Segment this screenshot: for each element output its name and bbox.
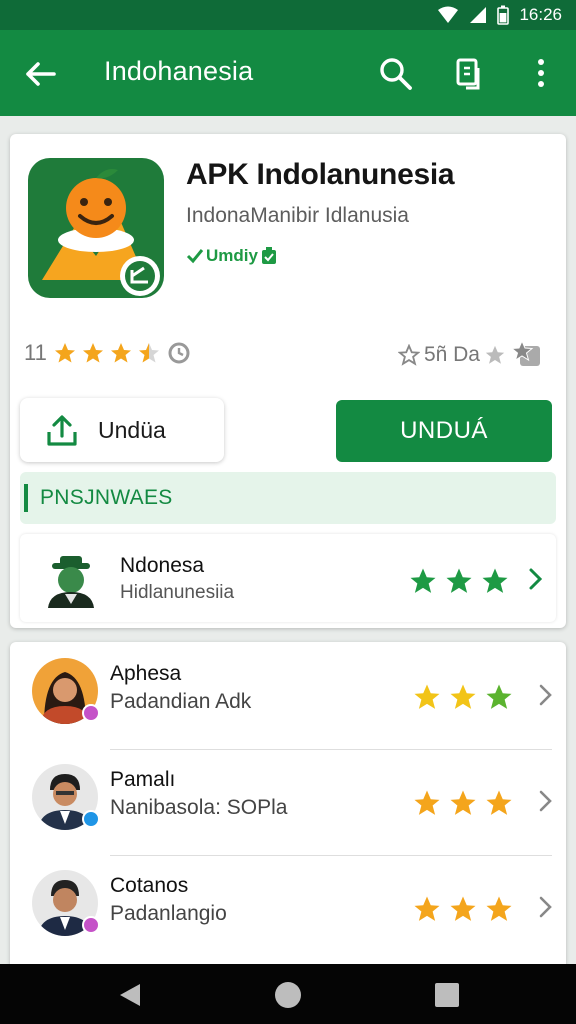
rating-secondary: 5ñ Da [397,340,542,370]
share-button-label: Undüa [98,416,166,443]
status-bar: 16:26 [0,0,576,30]
reviewer-badge [82,916,100,934]
app-bar-title: Indohanesia [104,56,254,86]
star-icon [110,343,131,363]
reviewer-name: Cotanos [110,874,189,897]
featured-avatar [48,556,94,608]
reviewer-name: Aphesa [110,662,182,685]
section-accent-bar [24,484,28,512]
review-stars [412,894,514,924]
verified-badge: Umdiy [186,246,278,266]
reviewer-subtitle: Padanlangio [110,902,227,925]
chevron-right-icon[interactable] [534,894,556,920]
featured-subtitle: Hidlanunesiia [120,582,235,603]
featured-name: Ndonesa [120,554,205,577]
star-icon [450,790,476,815]
chevron-right-icon[interactable] [534,788,556,814]
nav-home-icon[interactable] [273,980,303,1010]
chevron-right-icon[interactable] [524,566,546,592]
rating-row: 11 5ñ Da [24,340,552,376]
rating-stars [53,341,161,365]
signal-icon [470,7,487,23]
battery-icon [497,5,510,25]
search-icon[interactable] [376,54,414,92]
star-half-icon [138,343,159,363]
check-box-icon [186,249,204,264]
star-badge-icon [510,340,540,366]
star-icon [450,684,476,709]
rating-summary: 11 [24,340,191,366]
star-icon [414,684,440,709]
star-icon [54,343,75,363]
app-icon [28,158,164,298]
app-bar: Indohanesia [0,30,576,116]
star-gray-icon [485,345,505,364]
featured-row[interactable]: Ndonesa Hidlanunesiia [20,534,556,622]
review-stars [412,682,514,712]
app-details-card: APK Indolanunesia IndonaManibir Idlanusi… [10,134,566,628]
star-icon [410,568,436,593]
shield-check-icon [261,247,276,264]
review-stars [412,788,514,818]
refresh-badge-icon [168,342,190,364]
star-icon [450,896,476,921]
reviewer-badge [82,810,100,828]
share-button[interactable]: Undüa [20,398,224,462]
star-icon [486,684,512,709]
chevron-right-icon[interactable] [534,682,556,708]
star-outline-icon [397,344,420,366]
reviewer-subtitle: Padandian Adk [110,690,252,713]
star-icon [482,568,508,593]
star-icon [82,343,103,363]
back-arrow-icon[interactable] [22,56,58,92]
star-icon [414,790,440,815]
wifi-icon [438,6,459,23]
star-icon [486,896,512,921]
reviewer-badge [82,704,100,722]
star-icon [414,896,440,921]
more-vert-icon[interactable] [528,54,554,92]
rating-secondary-text: 5ñ Da [423,343,480,366]
section-title: PNSJNWAES [40,486,173,509]
nav-back-icon[interactable] [116,980,146,1010]
verified-label: Umdiy [206,246,258,265]
rating-count: 11 [24,340,47,365]
nav-recents-icon[interactable] [432,980,462,1010]
star-icon [446,568,472,593]
reviewer-subtitle: Nanibasola: SOPla [110,796,288,819]
status-time: 16:26 [519,5,562,24]
reviewer-name: Pamalı [110,768,176,791]
review-row[interactable]: Cotanos Padanlangio [10,856,566,962]
reviews-card: Aphesa Padandian Adk Pamalı Nanibasola: … [10,642,566,972]
install-button[interactable]: UNDUÁ [336,400,552,462]
star-icon [486,790,512,815]
review-row[interactable]: Pamalı Nanibasola: SOPla [10,750,566,856]
share-upload-icon [47,415,77,446]
featured-stars [408,566,510,596]
review-row[interactable]: Aphesa Padandian Adk [10,644,566,750]
app-developer: IndonaManibir Idlanusia [186,204,409,227]
section-header: PNSJNWAES [20,472,556,524]
system-nav-bar [0,964,576,1024]
app-name: APK Indolanunesia [186,158,455,191]
status-icons: 16:26 [437,5,562,25]
tile-icon[interactable] [452,54,490,92]
